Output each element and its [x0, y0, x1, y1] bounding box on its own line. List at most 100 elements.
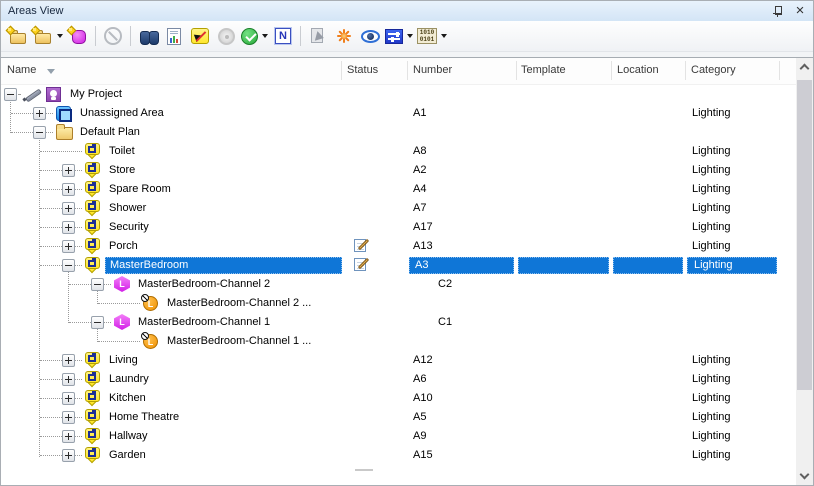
expand-toggle[interactable] [62, 392, 75, 405]
tree-row-hallway[interactable]: HallwayA9Lighting [1, 427, 796, 446]
tree-row-masterbedroom-channel-2[interactable]: MasterBedroom-Channel 2 ... [1, 294, 796, 313]
tree-item-label[interactable]: Laundry [109, 370, 149, 389]
tree-item-label[interactable]: Home Theatre [109, 408, 179, 427]
expand-toggle[interactable] [33, 107, 46, 120]
tree-row-masterbedroom-channel-2[interactable]: MasterBedroom-Channel 2C2 [1, 275, 796, 294]
tree-row-porch[interactable]: PorchA13Lighting [1, 237, 796, 256]
tree-row-default-plan[interactable]: Default Plan [1, 123, 796, 142]
expand-toggle[interactable] [33, 126, 46, 139]
tree-item-label[interactable]: My Project [70, 85, 122, 104]
tree-row-my-project[interactable]: My Project [1, 85, 796, 104]
expand-toggle[interactable] [91, 278, 104, 291]
column-separator [685, 61, 686, 80]
expand-toggle[interactable] [62, 202, 75, 215]
dropdown-arrow-icon[interactable] [262, 34, 268, 38]
tree-item-label[interactable]: Kitchen [109, 389, 146, 408]
tree-item-label[interactable]: MasterBedroom-Channel 1 ... [167, 332, 311, 351]
toolbar-levels-button[interactable] [383, 23, 415, 49]
tree-row-unassigned-area[interactable]: Unassigned AreaA1Lighting [1, 104, 796, 123]
tree-connector [69, 322, 111, 323]
pin-icon[interactable] [772, 5, 783, 18]
tree-row-spare-room[interactable]: Spare RoomA4Lighting [1, 180, 796, 199]
expand-toggle[interactable] [62, 183, 75, 196]
tree-item-label[interactable]: Garden [109, 446, 146, 465]
toolbar-notes-button[interactable]: N [270, 23, 296, 49]
tree-item-label[interactable]: MasterBedroom-Channel 2 ... [167, 294, 311, 313]
tree-item-label[interactable]: Shower [109, 199, 146, 218]
toolbar-find-button[interactable] [135, 23, 161, 49]
tree-row-shower[interactable]: ShowerA7Lighting [1, 199, 796, 218]
column-header-template[interactable]: Template [521, 64, 566, 76]
toolbar-toggle-arrows-button[interactable] [187, 23, 213, 49]
toolbar-unavailable-button[interactable] [100, 23, 126, 49]
column-header-status[interactable]: Status [347, 64, 378, 76]
expand-toggle[interactable] [62, 449, 75, 462]
toolbar-assign-button[interactable] [305, 23, 331, 49]
tree-item-label[interactable]: MasterBedroom [105, 257, 342, 274]
column-header-location[interactable]: Location [617, 64, 659, 76]
tree-item-label[interactable]: MasterBedroom-Channel 2 [138, 275, 270, 294]
expand-toggle[interactable] [62, 354, 75, 367]
number-cell: A3 [409, 257, 514, 274]
expand-toggle[interactable] [62, 411, 75, 424]
expand-toggle[interactable] [91, 316, 104, 329]
dropdown-arrow-icon[interactable] [407, 34, 413, 38]
expand-toggle[interactable] [62, 164, 75, 177]
tree-item-label[interactable]: MasterBedroom-Channel 1 [138, 313, 270, 332]
tree-item-label[interactable]: Spare Room [109, 180, 171, 199]
tree-item-label[interactable]: Toilet [109, 142, 135, 161]
toolbar-new-folder-menu-button[interactable] [31, 23, 65, 49]
scrollbar-thumb[interactable] [797, 80, 812, 390]
tree-item-label[interactable]: Unassigned Area [80, 104, 164, 123]
tree-row-laundry[interactable]: LaundryA6Lighting [1, 370, 796, 389]
tree-item-label[interactable]: Security [109, 218, 149, 237]
scroll-up-button[interactable] [796, 58, 813, 75]
expand-toggle[interactable] [4, 88, 17, 101]
vertical-scrollbar[interactable] [796, 58, 813, 485]
tree-row-home-theatre[interactable]: Home TheatreA5Lighting [1, 408, 796, 427]
tree-item-label[interactable]: Porch [109, 237, 138, 256]
expand-toggle[interactable] [62, 221, 75, 234]
area-glyph-small [92, 372, 96, 376]
expand-toggle[interactable] [62, 430, 75, 443]
tree-row-masterbedroom-channel-1[interactable]: MasterBedroom-Channel 1C1 [1, 313, 796, 332]
column-header-name[interactable]: Name [7, 64, 36, 76]
dropdown-arrow-icon[interactable] [441, 34, 447, 38]
tree-row-masterbedroom[interactable]: MasterBedroomA3Lighting [1, 256, 796, 275]
expand-toggle[interactable] [62, 259, 75, 272]
column-header-number[interactable]: Number [413, 64, 452, 76]
area-icon [85, 352, 102, 368]
no-arrow-icon [191, 28, 209, 44]
eye-icon [361, 30, 380, 43]
tree-item-label[interactable]: Default Plan [80, 123, 140, 142]
tree-row-living[interactable]: LivingA12Lighting [1, 351, 796, 370]
toolbar-burst-button[interactable] [331, 23, 357, 49]
tree-row-garden[interactable]: GardenA15Lighting [1, 446, 796, 465]
tree-connector [40, 208, 82, 209]
toolbar-report-button[interactable] [161, 23, 187, 49]
tree-row-toilet[interactable]: ToiletA8Lighting [1, 142, 796, 161]
tree-item-label[interactable]: Store [109, 161, 135, 180]
scroll-down-button[interactable] [796, 467, 813, 484]
expand-toggle[interactable] [62, 373, 75, 386]
tree-row-kitchen[interactable]: KitchenA10Lighting [1, 389, 796, 408]
sliders-icon [385, 29, 403, 44]
project-icon [46, 87, 61, 102]
tree-item-label[interactable]: Hallway [109, 427, 148, 446]
number-cell: A10 [407, 389, 515, 408]
expand-toggle[interactable] [62, 240, 75, 253]
tree-row-store[interactable]: StoreA2Lighting [1, 161, 796, 180]
toolbar-raw-data-button[interactable]: 10100101 [415, 23, 449, 49]
toolbar-new-area-button[interactable] [65, 23, 91, 49]
toolbar-view-button[interactable] [357, 23, 383, 49]
toolbar-approve-button[interactable] [239, 23, 270, 49]
tree-row-security[interactable]: SecurityA17Lighting [1, 218, 796, 237]
column-header-category[interactable]: Category [691, 64, 736, 76]
tree-item-label[interactable]: Living [109, 351, 138, 370]
close-icon[interactable] [794, 2, 806, 20]
dropdown-arrow-icon[interactable] [57, 34, 63, 38]
area-glyph-small [92, 220, 96, 224]
tree-row-masterbedroom-channel-1[interactable]: MasterBedroom-Channel 1 ... [1, 332, 796, 351]
toolbar-disc-button[interactable] [213, 23, 239, 49]
toolbar-new-folder-button[interactable] [5, 23, 31, 49]
